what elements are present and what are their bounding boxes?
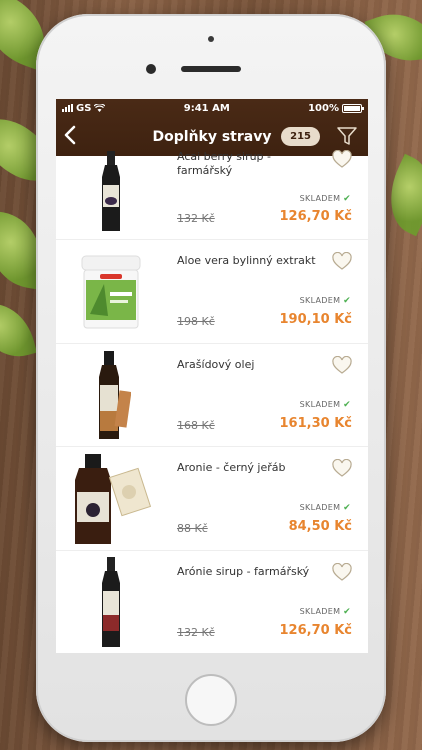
- page-title: Doplňky stravy: [152, 128, 272, 145]
- product-image: [70, 146, 152, 238]
- front-camera: [146, 64, 156, 74]
- stock-label: SKLADEM: [299, 399, 341, 409]
- price: 84,50 Kč: [288, 519, 352, 534]
- phone-frame: GS 9:41 AM 100% Doplňky stravy 215 Acai …: [36, 14, 386, 742]
- product-count-badge: 215: [281, 127, 320, 146]
- product-name[interactable]: Acai berry sirup - farmářský: [177, 150, 327, 178]
- product-row[interactable]: Arónie sirup - farmářský SKLADEM ✔ 132 K…: [56, 551, 368, 654]
- stock-label: SKLADEM: [299, 296, 341, 305]
- funnel-icon: [337, 127, 357, 145]
- check-icon: ✔: [343, 503, 351, 513]
- home-button[interactable]: [185, 674, 237, 726]
- product-image: [70, 350, 152, 442]
- jar-image: [81, 255, 141, 329]
- filter-button[interactable]: [336, 125, 358, 147]
- price: 126,70 Kč: [279, 209, 352, 224]
- product-name[interactable]: Aronie - černý jeřáb: [177, 461, 327, 475]
- check-icon: ✔: [343, 606, 351, 617]
- stock-status: SKLADEM ✔: [300, 607, 351, 617]
- heart-icon: [332, 458, 352, 477]
- heart-icon: [332, 562, 352, 581]
- carrier-label: GS: [76, 102, 92, 114]
- heart-icon: [332, 149, 352, 168]
- favorite-button[interactable]: [332, 355, 352, 376]
- stock-label: SKLADEM: [299, 503, 341, 512]
- stock-status: SKLADEM ✔: [300, 296, 351, 306]
- product-image: [70, 453, 152, 545]
- earpiece: [181, 66, 241, 72]
- product-row[interactable]: Acai berry sirup - farmářský SKLADEM ✔ 1…: [56, 149, 368, 240]
- heart-icon: [332, 251, 352, 270]
- heart-icon: [332, 355, 352, 374]
- favorite-button[interactable]: [332, 458, 352, 479]
- product-row[interactable]: Arašídový olej SKLADEM ✔ 168 Kč 161,30 K…: [56, 344, 368, 447]
- battery-level: [344, 105, 360, 111]
- price: 161,30 Kč: [279, 415, 352, 431]
- stock-label: SKLADEM: [299, 606, 341, 616]
- product-name[interactable]: Arónie sirup - farmářský: [177, 565, 327, 579]
- product-image: [70, 246, 152, 338]
- stock-status: SKLADEM ✔: [300, 194, 351, 204]
- bottle-image: [75, 454, 151, 544]
- phone-sensor: [208, 36, 214, 42]
- status-bar: GS 9:41 AM 100%: [56, 99, 368, 117]
- product-list[interactable]: Acai berry sirup - farmářský SKLADEM ✔ 1…: [56, 149, 368, 654]
- favorite-button[interactable]: [332, 562, 352, 583]
- old-price: 198 Kč: [177, 315, 215, 328]
- clock: 9:41 AM: [183, 102, 230, 114]
- product-row[interactable]: Aloe vera bylinný extrakt SKLADEM ✔ 198 …: [56, 240, 368, 344]
- product-row[interactable]: Aronie - černý jeřáb SKLADEM ✔ 88 Kč 84,…: [56, 447, 368, 551]
- bottle-image: [102, 556, 120, 647]
- battery-icon: [342, 103, 364, 113]
- check-icon: ✔: [343, 194, 351, 204]
- old-price: 168 Kč: [177, 418, 215, 432]
- product-name[interactable]: Arašídový olej: [177, 358, 327, 372]
- price: 126,70 Kč: [279, 622, 352, 638]
- old-price: 88 Kč: [177, 522, 208, 535]
- app-screen: GS 9:41 AM 100% Doplňky stravy 215 Acai …: [56, 99, 368, 653]
- product-name[interactable]: Aloe vera bylinný extrakt: [177, 254, 327, 268]
- chevron-left-icon: [64, 125, 76, 145]
- signal-icon: [62, 104, 73, 112]
- check-icon: ✔: [343, 399, 351, 410]
- price: 190,10 Kč: [279, 312, 352, 327]
- favorite-button[interactable]: [332, 149, 352, 170]
- stock-status: SKLADEM ✔: [300, 503, 351, 513]
- old-price: 132 Kč: [177, 212, 215, 225]
- stock-status: SKLADEM ✔: [300, 400, 351, 410]
- battery-percent: 100%: [308, 102, 339, 114]
- wifi-icon: [94, 104, 106, 112]
- favorite-button[interactable]: [332, 251, 352, 272]
- stock-label: SKLADEM: [299, 194, 341, 203]
- product-image: [70, 556, 152, 649]
- bottle-image: [102, 151, 120, 231]
- check-icon: ✔: [343, 296, 351, 306]
- old-price: 132 Kč: [177, 625, 215, 639]
- bottle-image: [99, 350, 131, 439]
